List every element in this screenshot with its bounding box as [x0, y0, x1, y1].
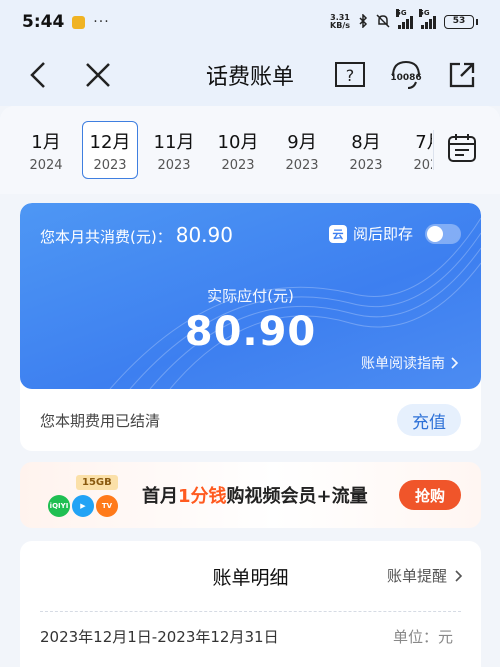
month-label: 10月 [217, 131, 259, 153]
share-button[interactable] [442, 55, 482, 95]
bill-reminder-label: 账单提醒 [386, 567, 447, 585]
bill-guide-label: 账单阅读指南 [361, 356, 445, 372]
service-number: 10086 [390, 73, 421, 83]
signal-sim1-icon: 5G [396, 9, 413, 29]
more-notifications-icon: ··· [93, 14, 110, 30]
status-left-icons: ··· [72, 14, 109, 30]
status-time: 5:44 [22, 12, 65, 32]
promo-text-prefix: 首月 [142, 486, 178, 507]
month-label: 9月 [287, 131, 317, 153]
month-year: 2024 [29, 157, 63, 173]
chevron-left-icon [30, 62, 45, 88]
promo-logos: 15GB iQIYI ▶ TV [34, 465, 134, 525]
settled-status: 您本期费用已结清 [40, 411, 161, 430]
signal-sim2-icon: 5G [419, 9, 436, 29]
battery-icon: 53 [444, 15, 474, 29]
cloud-save-icon: 云 [328, 224, 347, 243]
save-after-reading: 云 阅后即存 [328, 223, 461, 244]
month-tab[interactable]: 9月 2023 [274, 121, 330, 179]
chevron-right-icon [455, 569, 463, 582]
svg-text:?: ? [346, 66, 355, 85]
monthly-total-amount: 80.90 [175, 223, 233, 247]
notification-app-icon [72, 15, 86, 29]
help-button[interactable]: ? [330, 55, 370, 95]
promo-buy-button[interactable]: 抢购 [399, 480, 461, 510]
month-label: 7月 [415, 131, 432, 153]
month-label: 1月 [31, 131, 61, 153]
month-tab[interactable]: 12月 2023 [82, 121, 138, 179]
bill-status-row: 您本期费用已结清 充值 [20, 389, 481, 451]
chevron-right-icon [451, 357, 459, 369]
month-tab[interactable]: 11月 2023 [146, 121, 202, 179]
close-button[interactable] [78, 55, 118, 95]
back-button[interactable] [18, 55, 58, 95]
network-speed: 3.31 KB/s [330, 14, 350, 30]
month-list: 1月 2024 12月 2023 11月 2023 10月 2023 9月 2023 8月 2023 7… [0, 121, 432, 179]
month-label: 8月 [351, 131, 381, 153]
promo-text-suffix: 购视频会员+流量 [226, 486, 368, 507]
promo-text: 首月1分钱购视频会员+流量 [142, 482, 368, 508]
billing-period: 2023年12月1日-2023年12月31日 [40, 628, 279, 646]
promo-text-highlight: 1分钱 [178, 486, 227, 507]
nav-actions: ? 10086 [330, 55, 482, 95]
bill-detail-card: 账单明细 账单提醒 2023年12月1日-2023年12月31日 单位：元 [20, 541, 481, 667]
toggle-knob [427, 225, 443, 242]
month-tab[interactable]: 10月 2023 [210, 121, 266, 179]
bill-guide-link[interactable]: 账单阅读指南 [361, 353, 459, 373]
month-year: 2023 [413, 157, 432, 173]
month-tab[interactable]: 7月 2023 [402, 121, 432, 179]
customer-service-button[interactable]: 10086 [386, 55, 426, 95]
monthly-total: 您本月共消费(元)： 80.90 [40, 223, 233, 247]
month-tab[interactable]: 1月 2024 [18, 121, 74, 179]
month-label: 12月 [89, 131, 131, 153]
month-year: 2023 [285, 157, 319, 173]
tv-logo-icon: TV [96, 495, 118, 517]
month-year: 2023 [93, 157, 127, 173]
data-badge: 15GB [76, 475, 118, 490]
video-play-logo-icon: ▶ [72, 495, 94, 517]
recharge-button[interactable]: 充值 [397, 404, 461, 436]
month-year: 2023 [349, 157, 383, 173]
mute-icon [376, 13, 390, 32]
month-tab[interactable]: 8月 2023 [338, 121, 394, 179]
month-year: 2023 [221, 157, 255, 173]
calendar-icon [448, 134, 476, 162]
bluetooth-icon [358, 12, 368, 32]
bill-reminder-link[interactable]: 账单提醒 [387, 565, 463, 586]
month-year: 2023 [157, 157, 191, 173]
bill-summary-card: 您本月共消费(元)： 80.90 云 阅后即存 实际应付(元) 80.90 账单… [20, 203, 481, 451]
save-after-reading-toggle[interactable] [425, 223, 461, 244]
month-label: 11月 [153, 131, 195, 153]
save-after-reading-label: 阅后即存 [352, 225, 413, 243]
bill-amount-panel: 您本月共消费(元)： 80.90 云 阅后即存 实际应付(元) 80.90 账单… [20, 203, 481, 389]
close-icon [86, 63, 110, 87]
amount-due-value: 80.90 [184, 309, 317, 355]
detail-divider [40, 611, 461, 612]
network-speed-unit: KB/s [330, 21, 350, 30]
status-right: 3.31 KB/s 5G 5G 53 [330, 9, 478, 32]
help-icon: ? [335, 62, 365, 87]
status-bar: 5:44 ··· 3.31 KB/s 5G 5G 53 [0, 0, 500, 44]
month-selector: 1月 2024 12月 2023 11月 2023 10月 2023 9月 2023 8月 2023 7… [0, 106, 500, 194]
iqiyi-logo-icon: iQIYI [48, 495, 70, 517]
monthly-total-label: 您本月共消费(元)： [40, 228, 172, 246]
calendar-button[interactable] [446, 132, 478, 164]
customer-service-icon: 10086 [390, 60, 422, 89]
month-divider [433, 130, 434, 170]
amount-due-label: 实际应付(元) [207, 287, 294, 305]
nav-bar: 话费账单 ? 10086 [0, 44, 500, 106]
currency-unit: 单位：元 [392, 628, 453, 646]
share-icon [449, 62, 475, 88]
battery-tip [476, 19, 478, 25]
promo-banner[interactable]: 15GB iQIYI ▶ TV 首月1分钱购视频会员+流量 抢购 [20, 462, 481, 528]
